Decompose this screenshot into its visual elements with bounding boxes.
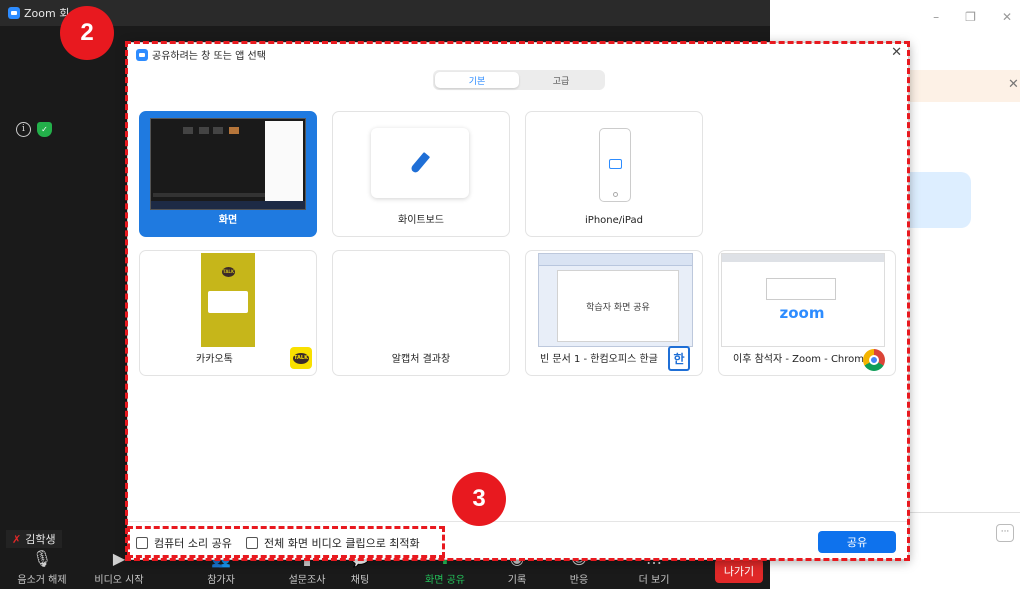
thumb-taskbar [151, 201, 305, 209]
thumb-toolbar [153, 193, 265, 197]
checkbox-icon[interactable] [246, 537, 258, 549]
notice-close-icon[interactable]: ✕ [1008, 77, 1019, 92]
thumb-tabbar [722, 254, 884, 262]
thumb-side-panel [265, 121, 303, 205]
zoom-window-title: Zoom 회 [8, 5, 69, 21]
thumb-video-tile [229, 127, 239, 134]
dialog-title: 공유하려는 창 또는 앱 선택 [136, 47, 266, 62]
annotation-badge-3: 3 [452, 472, 506, 526]
reactions-label: 반응 [569, 575, 589, 586]
share-option-iphone-ipad[interactable]: iPhone/iPad [525, 111, 703, 237]
shield-icon[interactable]: ✓ [37, 122, 52, 137]
chrome-thumbnail: zoom [721, 253, 885, 347]
share-option-screen[interactable]: 화면 [139, 111, 317, 237]
optimize-video-label: 전체 화면 비디오 클립으로 최적화 [264, 537, 420, 550]
chat-message-bubble [905, 172, 971, 228]
zoom-logo-icon [136, 48, 148, 61]
dialog-footer: 컴퓨터 소리 공유 전체 화면 비디오 클립으로 최적화 공유 [128, 521, 908, 559]
share-option-hangul-document[interactable]: 학습자 화면 공유 빈 문서 1 - 한컴오피스 한글 한 [525, 250, 703, 376]
dialog-close-icon[interactable]: ✕ [891, 45, 902, 60]
share-option-alcapture[interactable]: 알캡처 결과창 [332, 250, 510, 376]
share-screen-label: 화면 공유 [425, 575, 465, 586]
chat-more-icon[interactable]: ··· [996, 524, 1014, 542]
meeting-status-icons: i ✓ [16, 122, 52, 137]
share-option-whiteboard[interactable]: 화이트보드 [332, 111, 510, 237]
thumb-page-text: 학습자 화면 공유 [557, 270, 679, 342]
tab-basic[interactable]: 기본 [435, 72, 519, 88]
kakaotalk-app-icon: TALK [290, 347, 312, 369]
share-sound-checkbox[interactable]: 컴퓨터 소리 공유 [136, 535, 232, 551]
thumb-dialog-box [766, 278, 836, 300]
more-label: 더 보기 [638, 575, 670, 586]
unmute-button[interactable]: 🎙 음소거 해제 [14, 548, 70, 589]
thumb-video-tile [183, 127, 193, 134]
screen-thumbnail [150, 118, 306, 210]
participants-label: 참가자 [207, 575, 235, 586]
annotation-badge-2: 2 [60, 6, 114, 60]
thumb-video-tile [213, 127, 223, 134]
share-dialog: 공유하려는 창 또는 앱 선택 ✕ 기본 고급 화면 화이트보드 iPhone/… [127, 42, 909, 560]
hangul-thumbnail: 학습자 화면 공유 [538, 253, 693, 347]
share-option-label: iPhone/iPad [585, 215, 643, 226]
kakaotalk-thumbnail: TALK [201, 253, 255, 347]
chrome-app-icon [863, 349, 885, 371]
unmute-label: 음소거 해제 [17, 575, 67, 586]
notice-bar [905, 70, 1020, 102]
video-off-icon: ▶ [112, 549, 126, 568]
whiteboard-thumbnail [371, 128, 469, 198]
leave-button[interactable]: 나가기 [715, 559, 763, 583]
zoom-wordmark: zoom [779, 304, 825, 322]
chat-divider [905, 512, 1020, 513]
restore-icon[interactable]: ❐ [965, 10, 976, 24]
chat-label: 채팅 [350, 575, 370, 586]
pen-icon [409, 152, 431, 174]
zoom-logo-icon [8, 7, 20, 19]
participant-name: 김학생 [25, 533, 56, 546]
info-icon[interactable]: i [16, 122, 31, 137]
hangul-app-icon: 한 [668, 346, 690, 371]
mic-muted-icon: 🎙 [31, 549, 53, 568]
start-video-label: 비디오 시작 [94, 575, 144, 586]
poll-label: 설문조사 [288, 575, 326, 586]
airplay-icon [609, 159, 622, 169]
thumb-video-tile [199, 127, 209, 134]
phone-home-button [613, 192, 618, 197]
minimize-icon[interactable]: – [933, 10, 939, 24]
share-option-label: 화면 [218, 215, 238, 226]
share-option-label: 화이트보드 [398, 215, 444, 226]
close-window-icon[interactable]: ✕ [1002, 10, 1012, 24]
talk-logo-icon: TALK [222, 267, 235, 277]
dialog-title-text: 공유하려는 창 또는 앱 선택 [152, 51, 266, 62]
share-tabs: 기본 고급 [433, 70, 605, 90]
record-label: 기록 [507, 575, 527, 586]
share-option-label: 알캡처 결과창 [391, 354, 451, 365]
phone-icon [599, 128, 631, 202]
thumb-toolbar [539, 254, 692, 266]
share-button[interactable]: 공유 [818, 531, 896, 553]
tab-advanced[interactable]: 고급 [519, 72, 603, 88]
share-option-chrome[interactable]: zoom 이후 참석자 - Zoom - Chrome [718, 250, 896, 376]
thumb-dialog-box [208, 291, 248, 313]
participant-name-label: ✗ 김학생 [6, 530, 62, 548]
share-sound-label: 컴퓨터 소리 공유 [154, 537, 232, 550]
mic-off-icon: ✗ [12, 532, 22, 546]
zoom-titlebar: Zoom 회 [0, 0, 770, 26]
optimize-video-checkbox[interactable]: 전체 화면 비디오 클립으로 최적화 [246, 535, 420, 551]
window-controls: – ❐ ✕ [933, 10, 1012, 24]
zoom-title-text: Zoom 회 [24, 7, 70, 20]
share-option-kakaotalk[interactable]: TALK 카카오톡 TALK [139, 250, 317, 376]
checkbox-icon[interactable] [136, 537, 148, 549]
